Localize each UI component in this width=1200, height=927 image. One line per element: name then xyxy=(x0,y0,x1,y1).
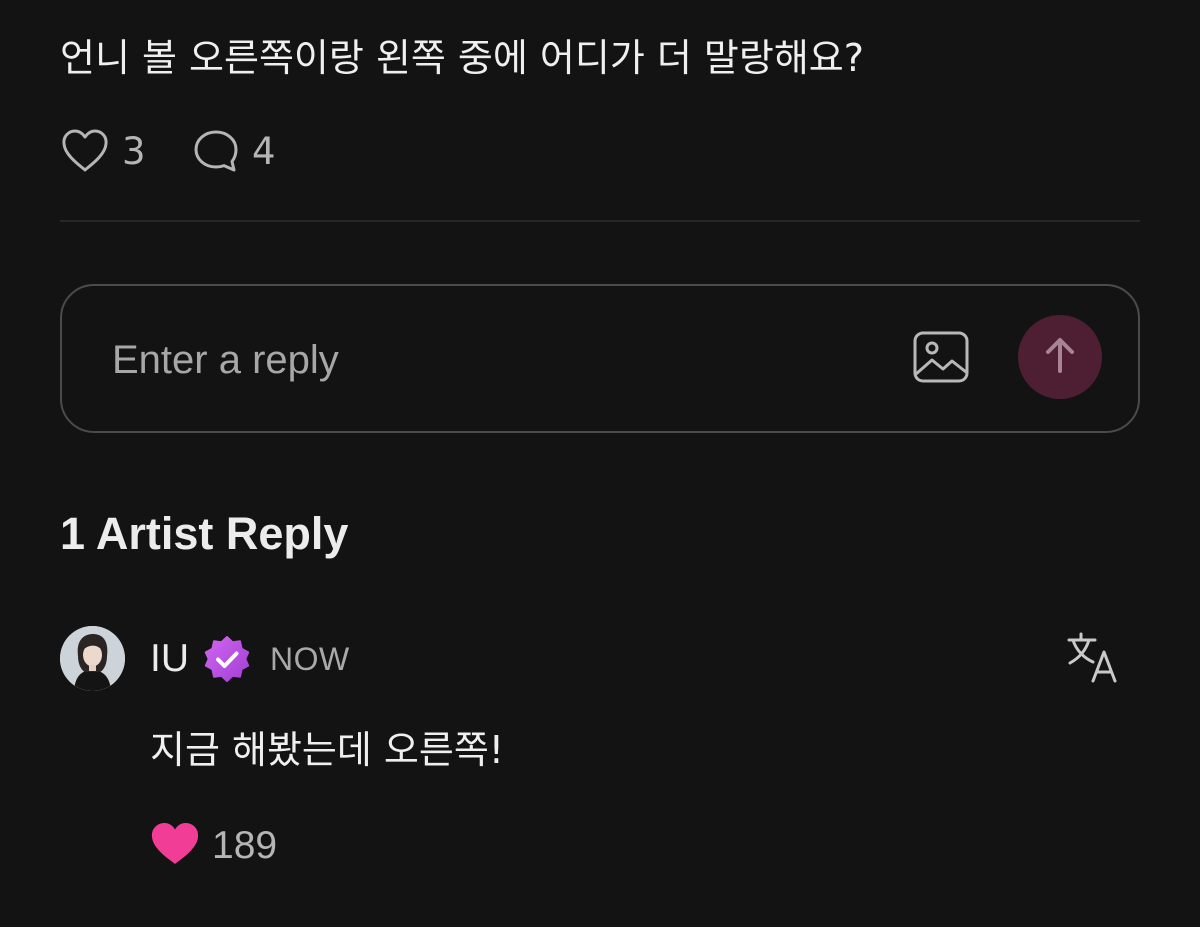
reply-like-button[interactable]: 189 xyxy=(150,822,277,870)
arrow-up-icon xyxy=(1043,335,1077,379)
send-button[interactable] xyxy=(1018,315,1102,399)
translate-icon[interactable] xyxy=(1066,632,1122,684)
comment-bubble-icon xyxy=(192,128,240,174)
author-name[interactable]: IU xyxy=(150,636,189,682)
timestamp: NOW xyxy=(270,641,350,677)
post-text: 언니 볼 오른쪽이랑 왼쪽 중에 어디가 더 말랑해요? xyxy=(60,36,864,80)
artist-replies-heading: 1 Artist Reply xyxy=(60,508,349,559)
reply-input[interactable] xyxy=(112,330,872,390)
like-count: 3 xyxy=(122,129,146,173)
comment-button[interactable]: 4 xyxy=(192,126,276,176)
verified-badge-icon xyxy=(203,635,251,683)
heart-filled-icon xyxy=(150,821,200,871)
divider xyxy=(60,220,1140,222)
image-icon[interactable] xyxy=(912,330,970,384)
like-button[interactable]: 3 xyxy=(60,126,146,176)
reply-composer xyxy=(60,284,1140,433)
comment-count: 4 xyxy=(252,129,276,173)
reply-text: 지금 해봤는데 오른쪽! xyxy=(150,728,505,772)
avatar[interactable] xyxy=(60,626,125,691)
heart-outline-icon xyxy=(60,128,110,174)
reply-like-count: 189 xyxy=(212,824,278,867)
